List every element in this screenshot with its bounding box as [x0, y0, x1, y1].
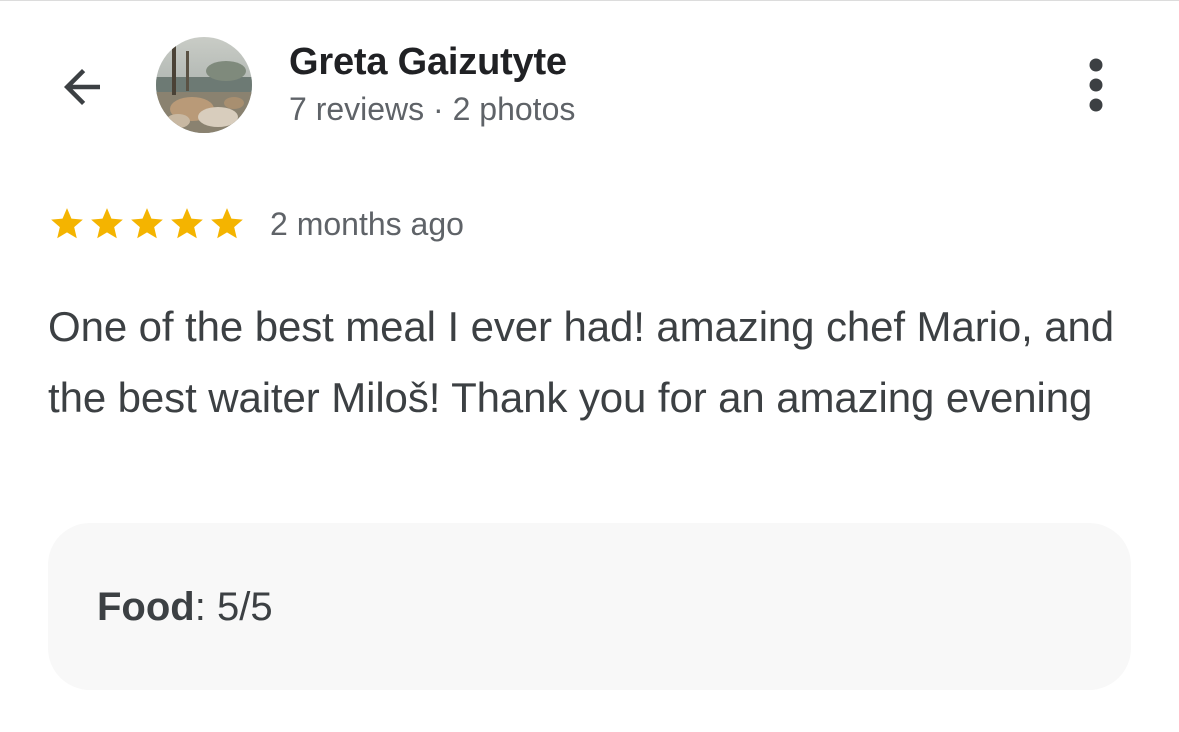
star-icon: [211, 208, 243, 239]
arrow-back-icon: [64, 69, 100, 105]
avatar[interactable]: [156, 37, 252, 133]
review-attributes-card: Food: 5/5: [48, 523, 1131, 690]
review-text: One of the best meal I ever had! amazing…: [48, 303, 1114, 421]
back-button[interactable]: [52, 57, 112, 117]
review-date: 2 months ago: [270, 205, 464, 242]
rating-row: 2 months ago: [48, 205, 464, 243]
attribute-label: Food: [97, 585, 195, 629]
attribute-food: Food: 5/5: [97, 585, 273, 630]
user-name[interactable]: Greta Gaizutyte: [289, 41, 567, 84]
user-stats: 7 reviews · 2 photos: [289, 91, 576, 127]
avatar-photo: [156, 37, 252, 133]
more-options-button[interactable]: [1072, 53, 1120, 117]
attribute-separator: :: [194, 585, 217, 629]
star-icon: [171, 208, 203, 239]
attribute-value: 5/5: [216, 585, 273, 629]
star-icon: [131, 208, 163, 239]
more-vert-icon: [1089, 58, 1103, 112]
star-icon: [91, 208, 123, 239]
review-detail-page: Greta Gaizutyte 7 reviews · 2 photos 2 m…: [0, 0, 1179, 732]
star-icon: [51, 208, 83, 239]
star-rating: [48, 205, 246, 243]
